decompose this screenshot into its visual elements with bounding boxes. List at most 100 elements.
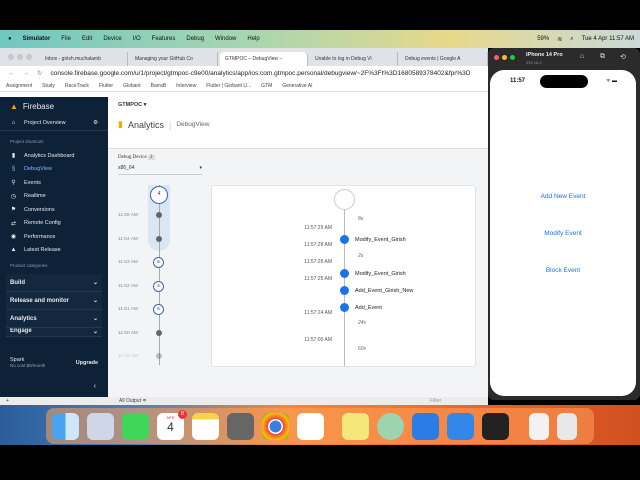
bookmark[interactable]: RaceTrack [65,83,89,89]
output-selector[interactable]: All Output ≑ [119,398,147,404]
firebase-sidebar: ▲ Firebase ⌂ Project Overview ⚙ Project sh… [0,97,108,397]
minute-event-count[interactable]: 4 [153,280,164,292]
menu-app[interactable]: Simulator [23,36,51,42]
sidebar-item-performance[interactable]: ◉ Performance [0,230,108,244]
event-item[interactable]: Add_Event_Girish_New [340,286,413,295]
rotate-icon[interactable]: ⟲ [620,53,626,61]
device-select[interactable]: x86_64 ▾ [118,165,202,175]
screenshot-icon[interactable]: ⧉ [600,53,605,61]
bookmark[interactable]: Assignment [6,83,32,89]
project-overview[interactable]: ⌂ Project Overview ⚙ [0,115,108,131]
tab-github-2[interactable]: Unable to log in Debug Vi [310,52,398,66]
bookmark[interactable]: Generative AI [282,83,312,89]
back-icon[interactable]: ← [8,70,15,77]
block-event-button[interactable]: Block Event [490,267,636,274]
minute-event-count[interactable]: 6 [153,257,164,268]
calendar-icon[interactable]: APR 4 8 [157,409,187,440]
stickies-icon[interactable] [342,412,369,440]
launchpad-icon[interactable] [87,412,114,440]
sidebar-item-debugview[interactable]: § DebugView [0,163,108,177]
apple-icon[interactable]: ● [8,36,12,42]
minute-event-count[interactable]: 6 [153,304,164,315]
timestamp: 11:57:25 AM [304,276,332,282]
settings-gear-icon[interactable]: ⚙ [93,120,98,126]
minute-dot[interactable] [156,329,162,336]
wifi-icon[interactable]: ≋ [557,36,562,43]
bookmark[interactable]: Interview [176,83,196,89]
category-build[interactable]: Build ⌄ [6,274,102,292]
address-bar-row: ← → ↻ console.firebase.google.com/u/1/pr… [0,66,488,80]
menu-help[interactable]: Help [247,36,259,42]
menu-debug[interactable]: Debug [186,36,204,42]
category-release-monitor[interactable]: Release and monitor ⌄ [6,292,102,310]
menu-device[interactable]: Device [103,36,121,42]
sidebar-item-events[interactable]: ⚲ Events [0,176,108,190]
reload-icon[interactable]: ↻ [37,69,42,77]
tab-debug-events[interactable]: Debug events | Google A [400,52,488,66]
datetime[interactable]: Tue 4 Apr 11:57 AM [582,36,634,42]
category-analytics[interactable]: Analytics ⌄ [6,310,102,328]
add-icon[interactable]: + [6,398,9,404]
firebase-brand[interactable]: ▲ Firebase [0,97,108,115]
xcode-icon[interactable] [412,412,439,440]
event-item[interactable]: Modify_Event_Girish [340,269,406,278]
tab-github[interactable]: Managing your GitHub Co [130,52,218,66]
quicktime-icon[interactable] [482,412,509,440]
minute-dot[interactable] [156,212,162,218]
finder-icon[interactable] [52,412,79,440]
home-icon: ⌂ [11,119,16,126]
remote-config-icon: ⇄ [10,220,17,227]
sidebar-item-realtime[interactable]: ◷ Realtime [0,190,108,204]
category-engage[interactable]: Engage ⌄ [6,328,102,337]
trash-icon[interactable] [557,412,577,440]
menu-window[interactable]: Window [215,36,236,42]
menu-features[interactable]: Features [152,36,176,42]
messages-icon[interactable] [122,412,149,440]
menu-io[interactable]: I/O [133,36,141,42]
event-item[interactable]: Add_Event [340,303,382,312]
project-selector[interactable]: GTMPOC ▾ [108,97,488,113]
bookmark[interactable]: Study [42,83,55,89]
system-settings-icon[interactable] [227,412,254,440]
current-minute-count[interactable]: 4 [150,186,168,204]
filter-input[interactable]: Filter [430,398,441,404]
url-input[interactable]: console.firebase.google.com/u/1/project/… [50,70,470,77]
simulator-icon[interactable] [447,412,474,440]
modify-event-button[interactable]: Modify Event [490,230,636,237]
event-item[interactable]: Modify_Event_Girish [340,235,406,244]
document-icon[interactable] [529,412,549,440]
tab-gmail[interactable]: Inbox - girish.muchalamb [40,52,128,66]
vpn-app-icon[interactable] [377,412,404,440]
menu-edit[interactable]: Edit [82,36,92,42]
sidebar-item-latest-release[interactable]: ▲ Latest Release [0,244,108,258]
sidebar-item-remote-config[interactable]: ⇄ Remote Config [0,217,108,231]
window-controls[interactable] [8,54,32,60]
sidebar-item-conversions[interactable]: ⚑ Conversions [0,203,108,217]
collapse-sidebar-icon[interactable]: ‹ [94,383,96,390]
window-controls[interactable] [494,55,515,60]
upgrade-button[interactable]: Upgrade [76,360,98,366]
dropdown-arrow-icon: ▾ [199,165,202,171]
sidebar-item-analytics-dashboard[interactable]: ▮ Analytics Dashboard [0,149,108,163]
forward-icon[interactable]: → [23,70,30,77]
tab-debugview[interactable]: GTMPOC – DebugView – [220,52,308,66]
add-new-event-button[interactable]: Add New Event [490,193,636,200]
search-icon[interactable]: ⌕ [570,36,573,43]
menu-file[interactable]: File [61,36,71,42]
bookmark[interactable]: Globant [123,83,141,89]
minute-label: 11:49 AM [118,354,138,359]
bookmark[interactable]: Flutter [99,83,113,89]
notes-icon[interactable] [192,412,219,440]
minute-dot[interactable] [156,235,162,242]
home-icon[interactable]: ⌂ [580,53,584,60]
status-time: 11:57 [510,78,526,84]
bookmark[interactable]: GTM [261,83,272,89]
event-user-icon [340,235,349,244]
minute-dot[interactable] [156,353,162,359]
gap-label: 8s [358,216,364,222]
bookmark[interactable]: BarraB [151,83,167,89]
battery-percent[interactable]: 59% [537,36,549,42]
slack-icon[interactable] [297,412,324,440]
chrome-icon[interactable] [262,412,289,440]
bookmark[interactable]: Flutter | Globant U... [206,83,251,89]
